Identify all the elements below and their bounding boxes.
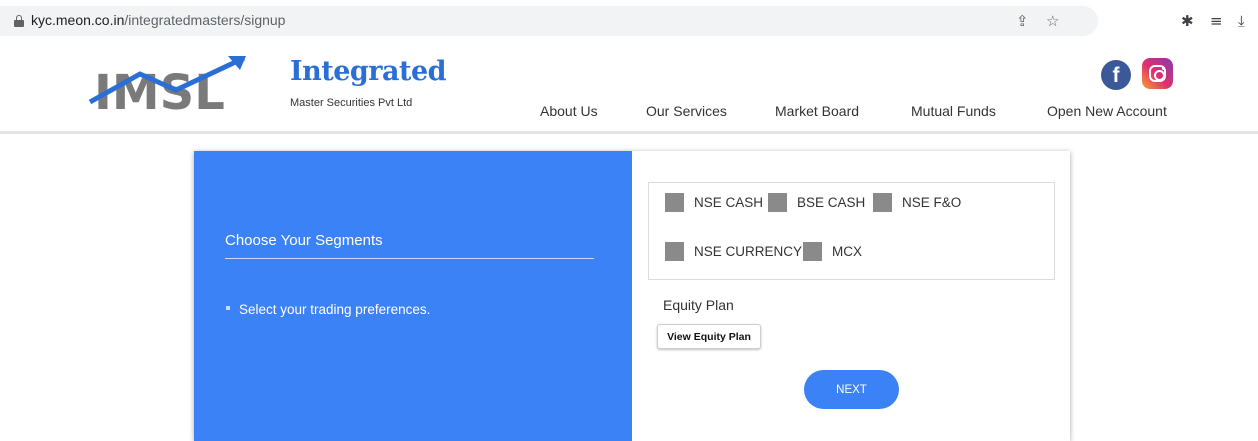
form-panel: NSE CASH BSE CASH NSE F&O NSE CURRENCY M… [632, 151, 1070, 441]
info-panel: Choose Your Segments Select your trading… [194, 151, 632, 441]
nav-our-services[interactable]: Our Services [646, 103, 727, 119]
segment-label: BSE CASH [797, 195, 866, 210]
site-header: IMSL Integrated Master Securities Pvt Lt… [0, 42, 1258, 134]
divider [225, 258, 594, 259]
lock-icon[interactable] [14, 15, 24, 27]
reading-list-icon[interactable]: ≡ [1210, 12, 1223, 30]
checkbox[interactable] [768, 193, 787, 212]
segment-bse-cash[interactable]: BSE CASH [768, 193, 865, 212]
imsl-logo[interactable]: IMSL [88, 54, 248, 114]
nav-about-us[interactable]: About Us [540, 103, 598, 119]
segment-nse-fo[interactable]: NSE F&O [873, 193, 961, 212]
download-icon[interactable]: ⤓ [1238, 12, 1245, 30]
checkbox[interactable] [665, 193, 684, 212]
segments-group: NSE CASH BSE CASH NSE F&O NSE CURRENCY M… [648, 182, 1055, 280]
segment-mcx[interactable]: MCX [803, 242, 862, 261]
checkbox[interactable] [803, 242, 822, 261]
checkbox[interactable] [665, 242, 684, 261]
signup-card: Choose Your Segments Select your trading… [194, 151, 1070, 441]
nav-open-new-account[interactable]: Open New Account [1047, 103, 1167, 119]
equity-plan-label: Equity Plan [663, 297, 734, 313]
nav-market-board[interactable]: Market Board [775, 103, 859, 119]
segment-label: MCX [832, 244, 862, 259]
bullet-icon [226, 306, 230, 311]
segment-nse-cash[interactable]: NSE CASH [665, 193, 763, 212]
browser-toolbar: kyc.meon.co.in/integratedmasters/signup … [0, 0, 1258, 42]
share-icon[interactable]: ⇪ [1016, 12, 1029, 30]
bullet-item: Select your trading preferences. [226, 302, 430, 317]
url-text[interactable]: kyc.meon.co.in/integratedmasters/signup [31, 12, 285, 28]
segment-nse-currency[interactable]: NSE CURRENCY [665, 242, 802, 261]
facebook-icon[interactable]: f [1101, 60, 1131, 90]
nav-mutual-funds[interactable]: Mutual Funds [911, 103, 996, 119]
address-bar[interactable]: kyc.meon.co.in/integratedmasters/signup … [0, 6, 1098, 36]
instagram-icon[interactable] [1142, 58, 1173, 89]
next-button[interactable]: NEXT [804, 370, 899, 409]
bullet-text: Select your trading preferences. [239, 302, 431, 317]
panel-title: Choose Your Segments [225, 232, 383, 249]
url-host: kyc.meon.co.in [31, 12, 125, 28]
segment-label: NSE CURRENCY [694, 244, 803, 259]
view-equity-plan-button[interactable]: View Equity Plan [657, 324, 761, 349]
segment-label: NSE CASH [694, 195, 764, 210]
bookmark-star-icon[interactable]: ☆ [1046, 12, 1059, 30]
url-path: /integratedmasters/signup [124, 12, 286, 28]
brand-title: Integrated [290, 56, 447, 87]
brand-subtitle: Master Securities Pvt Ltd [290, 97, 413, 109]
extensions-icon[interactable]: ✱ [1181, 12, 1194, 30]
segment-label: NSE F&O [902, 195, 962, 210]
checkbox[interactable] [873, 193, 892, 212]
